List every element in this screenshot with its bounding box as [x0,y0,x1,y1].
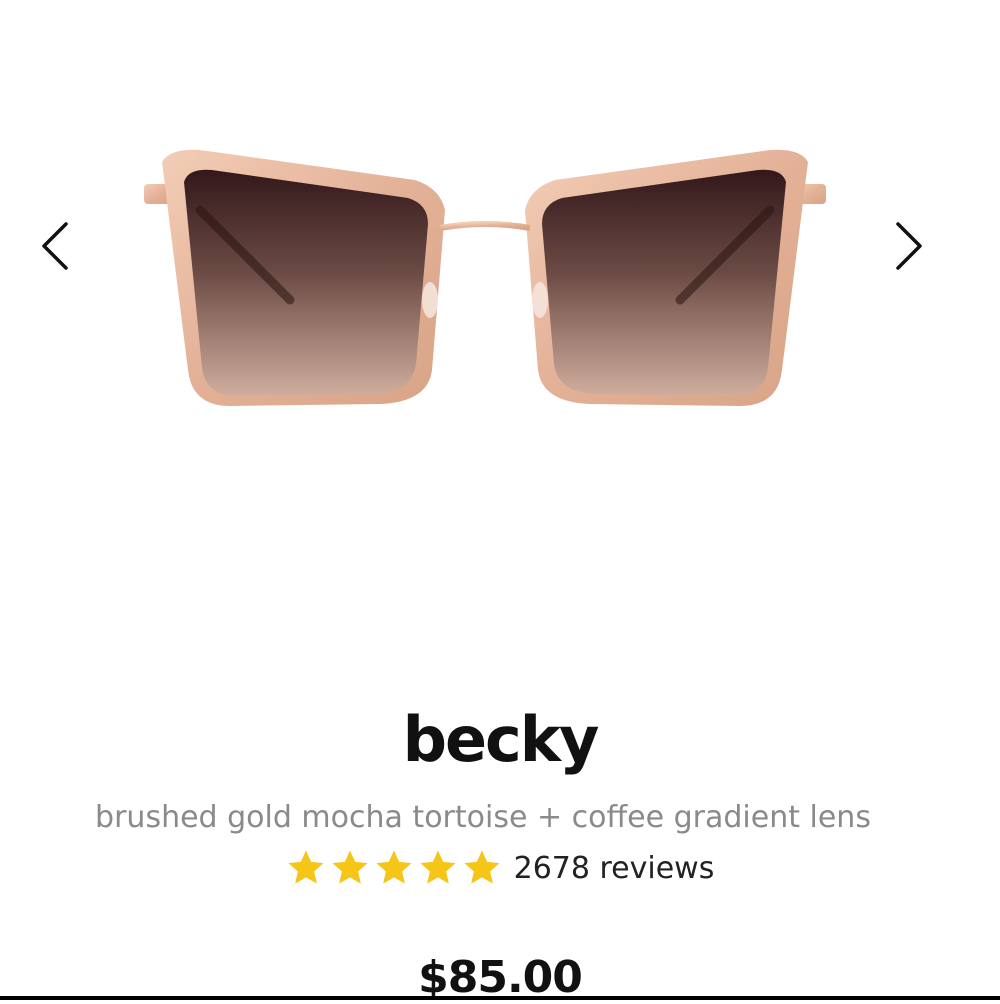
product-variant-description: brushed gold mocha tortoise + coffee gra… [95,800,871,835]
review-count-link[interactable]: 2678 reviews [514,851,715,886]
product-name: becky [402,703,600,776]
star-icon [464,850,500,884]
star-icon [332,850,368,884]
chevron-left-icon [42,222,68,270]
sunglasses-image [144,149,826,406]
chevron-right-icon [896,222,922,270]
star-icon [376,850,412,884]
previous-image-button[interactable] [36,218,76,274]
rating-row[interactable]: 2678 reviews [0,848,1000,888]
next-image-button[interactable] [888,218,928,274]
divider [0,996,1000,1000]
star-icon [288,850,324,884]
product-image-carousel [0,0,1000,640]
star-rating [286,848,502,888]
star-icon [420,850,456,884]
